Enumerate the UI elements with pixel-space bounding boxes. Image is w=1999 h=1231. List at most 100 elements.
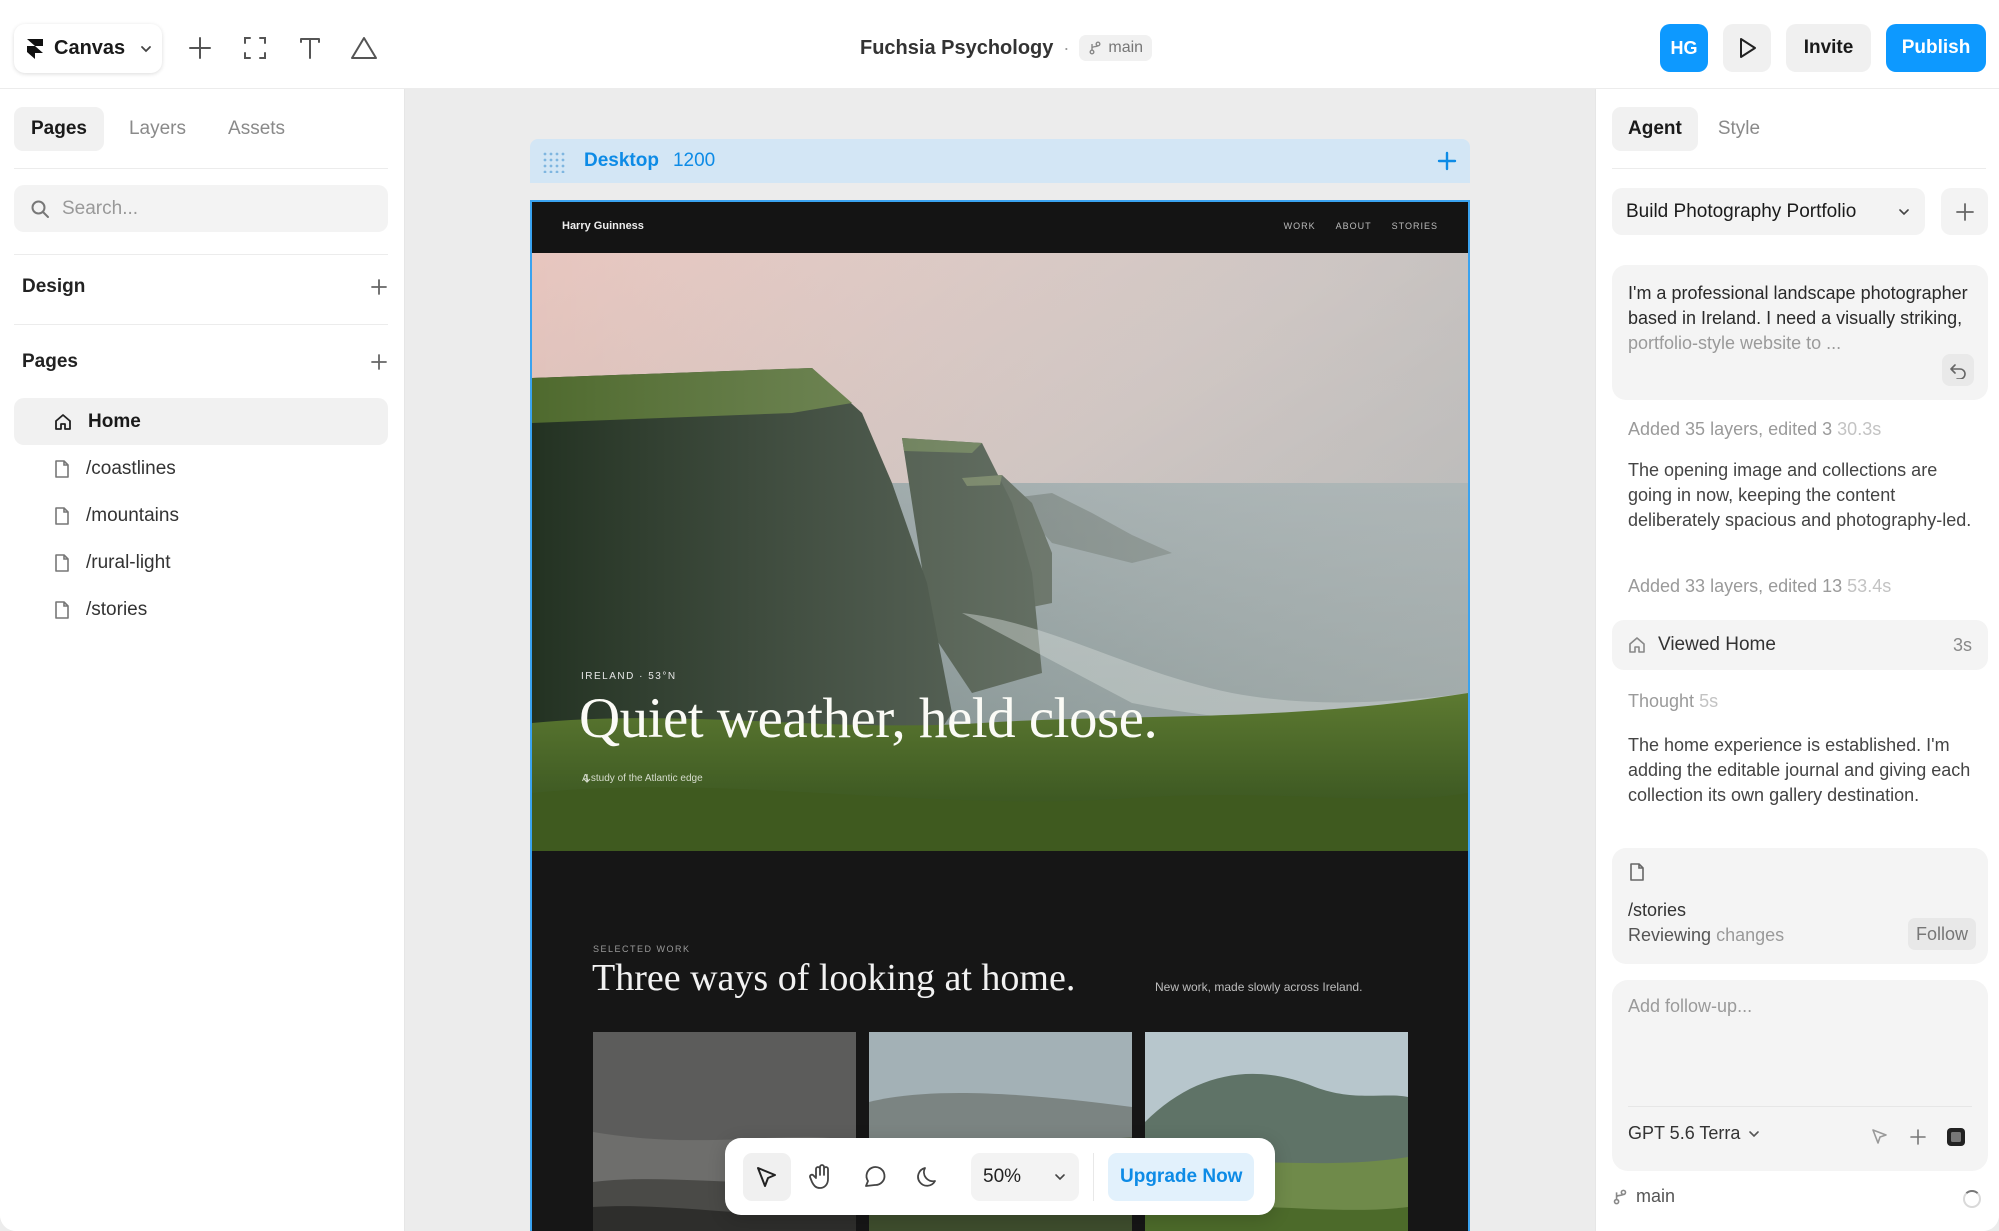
moon-icon[interactable] — [905, 1153, 953, 1201]
design-canvas[interactable]: Desktop 1200 Harry Guinness WORK ABOUT S… — [405, 89, 1595, 1231]
page-name: /stories — [86, 598, 148, 620]
work-title: Three ways of looking at home. — [592, 957, 1076, 999]
divider — [14, 324, 388, 325]
restore-button[interactable] — [1942, 354, 1974, 386]
tab-pages[interactable]: Pages — [14, 107, 104, 151]
publish-button[interactable]: Publish — [1886, 24, 1986, 72]
page-name: /coastlines — [86, 457, 176, 479]
shape-icon[interactable] — [346, 30, 382, 66]
hero-section: IRELAND · 53°N Quiet weather, held close… — [532, 253, 1468, 851]
page-item-stories[interactable]: /stories — [14, 586, 388, 633]
hero-eyebrow: IRELAND · 53°N — [581, 671, 677, 682]
drag-grip-icon[interactable] — [542, 151, 568, 173]
tab-style[interactable]: Style — [1702, 107, 1776, 151]
hand-icon[interactable] — [797, 1153, 845, 1201]
loading-spinner-icon — [1963, 1190, 1981, 1208]
model-name: GPT 5.6 Terra — [1628, 1123, 1741, 1143]
hero-title: Quiet weather, held close. — [579, 687, 1158, 750]
model-select[interactable]: GPT 5.6 Terra — [1628, 1123, 1760, 1144]
home-icon — [1629, 637, 1645, 653]
branch-pill[interactable]: main — [1079, 35, 1153, 61]
add-design-plus-icon[interactable] — [370, 278, 388, 296]
framer-logo-icon — [27, 38, 43, 59]
follow-button[interactable]: Follow — [1907, 918, 1976, 950]
page-item-coastlines[interactable]: /coastlines — [14, 445, 388, 492]
file-status-object: changes — [1716, 925, 1785, 945]
app-menu-button[interactable]: Canvas — [14, 24, 162, 73]
plus-icon — [1955, 202, 1974, 221]
file-icon — [55, 506, 69, 525]
activity-log-time: 53.4s — [1847, 576, 1892, 596]
plus-icon[interactable] — [182, 30, 218, 66]
activity-log-2: Added 33 layers, edited 13 53.4s — [1628, 576, 1891, 597]
invite-button[interactable]: Invite — [1786, 24, 1871, 72]
file-icon — [55, 553, 69, 572]
page-item-mountains[interactable]: /mountains — [14, 492, 388, 539]
branch-footer[interactable]: main — [1612, 1186, 1675, 1207]
upgrade-now-button[interactable]: Upgrade Now — [1108, 1152, 1255, 1201]
add-breakpoint-plus-icon[interactable] — [1434, 148, 1460, 174]
undo-icon — [1950, 364, 1966, 379]
hero-subtitle: A study of the Atlantic edge — [582, 773, 703, 784]
zoom-value: 50% — [983, 1165, 1022, 1187]
add-page-plus-icon[interactable] — [370, 353, 388, 371]
tab-layers[interactable]: Layers — [112, 107, 203, 151]
file-change-card[interactable]: /stories Reviewing changes Follow — [1612, 848, 1988, 964]
activity-log-text: Added 35 layers, edited 3 — [1628, 419, 1833, 439]
thought-duration: 5s — [1699, 691, 1719, 711]
text-icon[interactable] — [292, 30, 328, 66]
stop-icon[interactable] — [1940, 1121, 1972, 1153]
follow-up-input[interactable] — [1628, 996, 1972, 1076]
page-name: /mountains — [86, 504, 179, 526]
left-tabs: Pages Layers Assets — [14, 107, 302, 151]
attach-plus-icon[interactable] — [1902, 1121, 1934, 1153]
pages-label: Pages — [22, 351, 78, 372]
canvas-toolbar: 50% Upgrade Now — [725, 1138, 1275, 1215]
work-note: New work, made slowly across Ireland. — [1155, 980, 1363, 994]
viewed-duration: 3s — [1952, 634, 1972, 655]
toolbar-divider — [1093, 1152, 1094, 1201]
select-element-icon[interactable] — [1864, 1121, 1896, 1153]
divider — [1612, 168, 1986, 169]
frame-width: 1200 — [672, 150, 716, 171]
comment-icon[interactable] — [851, 1153, 899, 1201]
app-name: Canvas — [54, 37, 126, 59]
top-bar: Canvas Fuchsia Psychology · main HG Invi — [0, 0, 1999, 89]
page-item-home[interactable]: Home — [14, 398, 388, 445]
site-nav-about[interactable]: ABOUT — [1336, 221, 1372, 231]
zoom-select[interactable]: 50% — [971, 1152, 1079, 1201]
home-icon — [55, 413, 71, 430]
search-box[interactable] — [14, 185, 388, 232]
search-input[interactable] — [62, 197, 362, 220]
tab-agent[interactable]: Agent — [1612, 107, 1698, 151]
prompt-text: I'm a professional landscape photographe… — [1628, 283, 1968, 328]
composer-divider — [1628, 1106, 1972, 1107]
site-nav-work[interactable]: WORK — [1284, 221, 1316, 231]
conversation-select[interactable]: Build Photography Portfolio — [1612, 188, 1925, 235]
user-prompt-card[interactable]: I'm a professional landscape photographe… — [1612, 265, 1988, 400]
new-conversation-button[interactable] — [1941, 188, 1988, 235]
avatar[interactable]: HG — [1660, 24, 1708, 72]
site-nav-stories[interactable]: STORIES — [1392, 221, 1438, 231]
pointer-icon[interactable] — [743, 1152, 791, 1201]
composer: GPT 5.6 Terra — [1612, 980, 1988, 1171]
page-item-rural-light[interactable]: /rural-light — [14, 539, 388, 586]
desktop-frame[interactable]: Harry Guinness WORK ABOUT STORIES IRELAN… — [530, 200, 1470, 1231]
divider — [14, 168, 388, 169]
tab-assets[interactable]: Assets — [211, 107, 302, 151]
hero-subtitle-text: A study of the Atlantic edge — [582, 773, 703, 784]
divider — [14, 254, 388, 255]
file-status: Reviewing changes — [1628, 925, 1784, 946]
title-separator: · — [1063, 37, 1070, 58]
frame-icon[interactable] — [237, 30, 273, 66]
thought-indicator[interactable]: Thought 5s — [1628, 691, 1718, 712]
project-title-area[interactable]: Fuchsia Psychology · main — [860, 30, 1153, 66]
viewed-home-card[interactable]: Viewed Home 3s — [1612, 620, 1988, 670]
chevron-down-icon — [1899, 208, 1909, 215]
frame-label-bar[interactable]: Desktop 1200 — [530, 139, 1470, 183]
right-panel: Agent Style Build Photography Portfolio … — [1595, 89, 1999, 1231]
search-icon — [31, 200, 49, 218]
activity-log-1: Added 35 layers, edited 3 30.3s — [1628, 419, 1881, 440]
activity-log-text: Added 33 layers, edited 13 — [1628, 576, 1843, 596]
preview-button[interactable] — [1723, 24, 1771, 72]
